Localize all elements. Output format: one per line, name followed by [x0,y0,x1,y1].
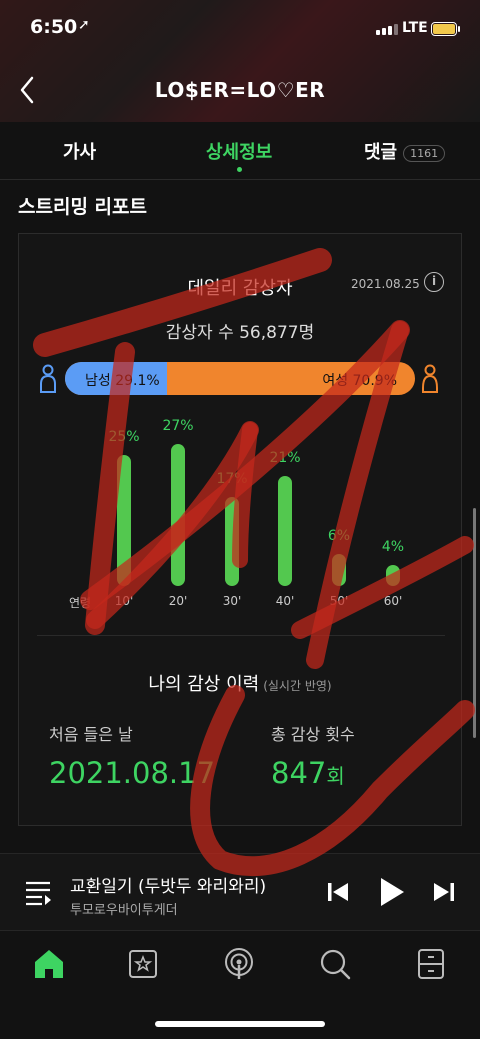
listener-count: 감상자 수 56,877명 [165,323,315,343]
age-column: 27% 20' [148,414,208,614]
age-tick-label: 40' [275,594,295,608]
my-history-title: 나의 감상 이력 (실시간 반영) [19,670,461,696]
age-tick-label: 50' [329,594,349,608]
track-artist: 투모로우바이투게더 [70,903,178,918]
male-person-icon [40,364,56,393]
network-label: LTE [402,20,428,36]
status-bar: 6:50 ➚ LTE [0,0,480,58]
first-listen-date: 2021.08.17 [49,756,216,790]
age-column: 21% 40' [255,414,315,614]
track-title: 교환일기 (두밧두 와리와리) [70,877,267,897]
first-listen-label: 처음 들은 날 [49,725,133,744]
female-ratio-label: 여성 70.9% [322,373,397,389]
tab-lyrics[interactable]: 가사 [63,138,96,164]
age-percent-label: 25% [108,428,140,445]
total-plays-value: 847회 [271,756,345,790]
page-title: LO$ER=LO♡ER [154,78,326,102]
total-plays-label: 총 감상 횟수 [271,725,355,744]
tab-comments[interactable]: 댓글 1161 [364,138,446,164]
age-bar [171,444,185,586]
navigation-bar: LO$ER=LO♡ER [0,58,480,122]
active-tab-indicator [237,167,242,172]
age-tick-label: 20' [168,594,188,608]
mini-player[interactable]: 교환일기 (두밧두 와리와리) 투모로우바이투게더 [0,853,480,931]
divider [37,635,445,636]
search-icon[interactable] [318,947,352,981]
my-history-subtitle: (실시간 반영) [263,679,332,693]
age-tick-label: 10' [114,594,134,608]
my-history-title-text: 나의 감상 이력 [148,674,260,695]
age-column: 25% 10' [94,414,154,614]
age-column: 6% 50' [309,414,369,614]
age-tick-label: 60' [383,594,403,608]
gender-ratio-bar: 남성 29.1% 여성 70.9% [65,362,415,395]
home-icon[interactable] [32,947,66,981]
age-percent-label: 4% [381,538,405,555]
home-indicator[interactable] [155,1021,325,1027]
age-bar [386,564,400,586]
storage-icon[interactable] [414,947,448,981]
status-time: 6:50 [30,16,78,38]
streaming-report-card: 데일리 감상자 2021.08.25 i 감상자 수 56,877명 남성 29… [18,233,462,826]
section-title: 스트리밍 리포트 [18,196,147,218]
podcast-icon[interactable] [222,947,256,981]
library-icon[interactable] [126,947,160,981]
previous-track-icon[interactable] [326,880,350,904]
total-plays-unit: 회 [326,764,345,788]
tab-details[interactable]: 상세정보 [206,138,272,164]
age-percent-label: 21% [269,449,301,466]
playlist-icon[interactable] [24,878,52,906]
age-column: 17% 30' [202,414,262,614]
age-tick-label: 30' [222,594,242,608]
age-percent-label: 17% [216,470,248,487]
battery-icon [431,22,460,36]
age-bar [225,496,239,586]
age-bar [278,475,292,586]
male-ratio-label: 남성 29.1% [85,373,160,389]
daily-date: 2021.08.25 [351,277,420,291]
total-plays-number: 847 [271,756,327,790]
play-icon[interactable] [378,876,406,908]
age-bar [117,454,131,586]
scrollbar[interactable] [473,508,476,738]
age-percent-label: 27% [162,418,194,434]
age-distribution-chart: 25% 10' 27% 20' 17% 30' 21% 40' 6% 50' 4% 60' [19,414,463,614]
cellular-signal-icon [376,24,398,35]
age-column: 4% 60' [363,414,423,614]
detail-tabs: 가사 상세정보 댓글 1161 [0,122,480,180]
next-track-icon[interactable] [432,880,456,904]
comment-count-badge: 1161 [403,144,446,162]
age-bar [332,554,346,586]
age-axis-label: 연령 [69,596,92,610]
age-percent-label: 6% [327,528,351,545]
tab-comments-label: 댓글 [364,142,398,163]
info-icon[interactable]: i [424,272,444,292]
location-arrow-icon: ➚ [78,17,90,33]
female-person-icon [422,364,438,393]
